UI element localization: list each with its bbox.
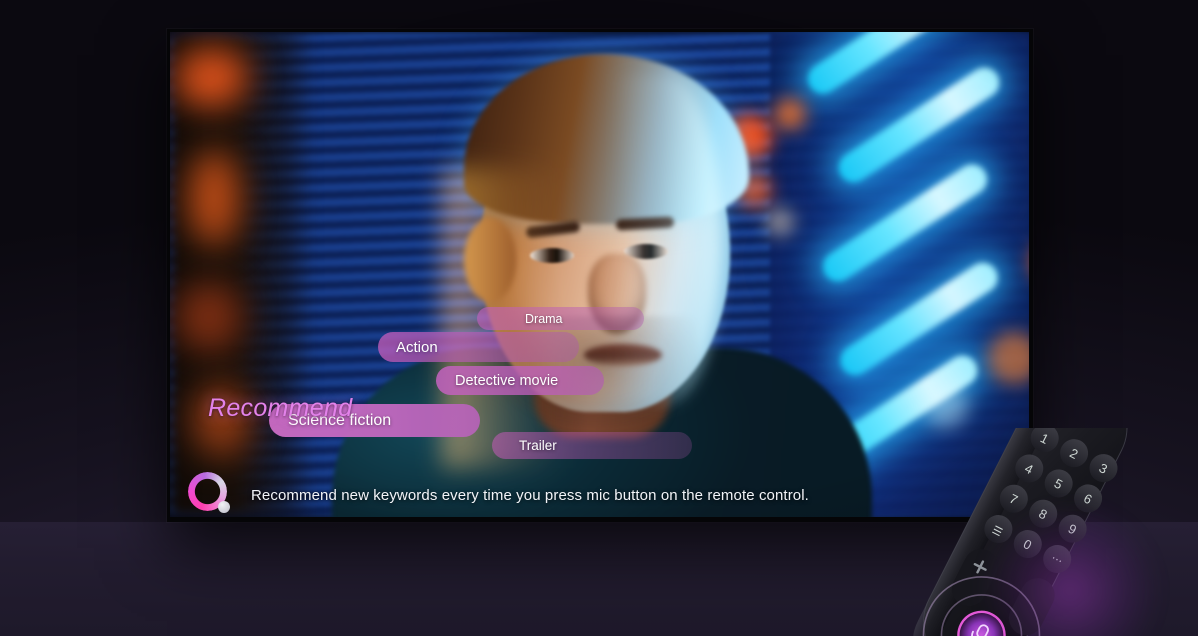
keyword-chip-label: Drama <box>525 311 563 326</box>
keyword-chip-label: Detective movie <box>455 372 559 389</box>
keyword-chip-detective-movie[interactable]: Detective movie <box>436 366 604 395</box>
room-floor <box>0 522 1198 636</box>
tv-set: Drama Action Detective movie Science fic… <box>167 29 1033 522</box>
recommend-heading: Recommend <box>208 394 353 422</box>
svg-text:2: 2 <box>1067 445 1080 462</box>
keyword-chip-action[interactable]: Action <box>378 332 579 362</box>
svg-text:8: 8 <box>1036 506 1049 523</box>
voice-recommend-overlay: Drama Action Detective movie Science fic… <box>170 32 1029 517</box>
svg-text:5: 5 <box>1052 476 1065 493</box>
caption-row: Recommend new keywords every time you pr… <box>187 472 809 517</box>
svg-text:3: 3 <box>1097 460 1110 477</box>
caption-text: Recommend new keywords every time you pr… <box>251 486 809 504</box>
svg-text:6: 6 <box>1081 491 1094 508</box>
thinq-dot-shape <box>218 501 230 513</box>
scene-root: Drama Action Detective movie Science fic… <box>0 0 1198 636</box>
thinq-ai-ring-icon <box>187 472 233 517</box>
svg-text:1: 1 <box>1038 430 1051 447</box>
keyword-chip-label: Action <box>396 338 438 356</box>
keyword-chip-drama[interactable]: Drama <box>477 307 644 330</box>
keyword-chip-trailer[interactable]: Trailer <box>492 432 692 459</box>
keyword-chip-label: Trailer <box>519 438 557 453</box>
tv-screen: Drama Action Detective movie Science fic… <box>170 32 1029 517</box>
